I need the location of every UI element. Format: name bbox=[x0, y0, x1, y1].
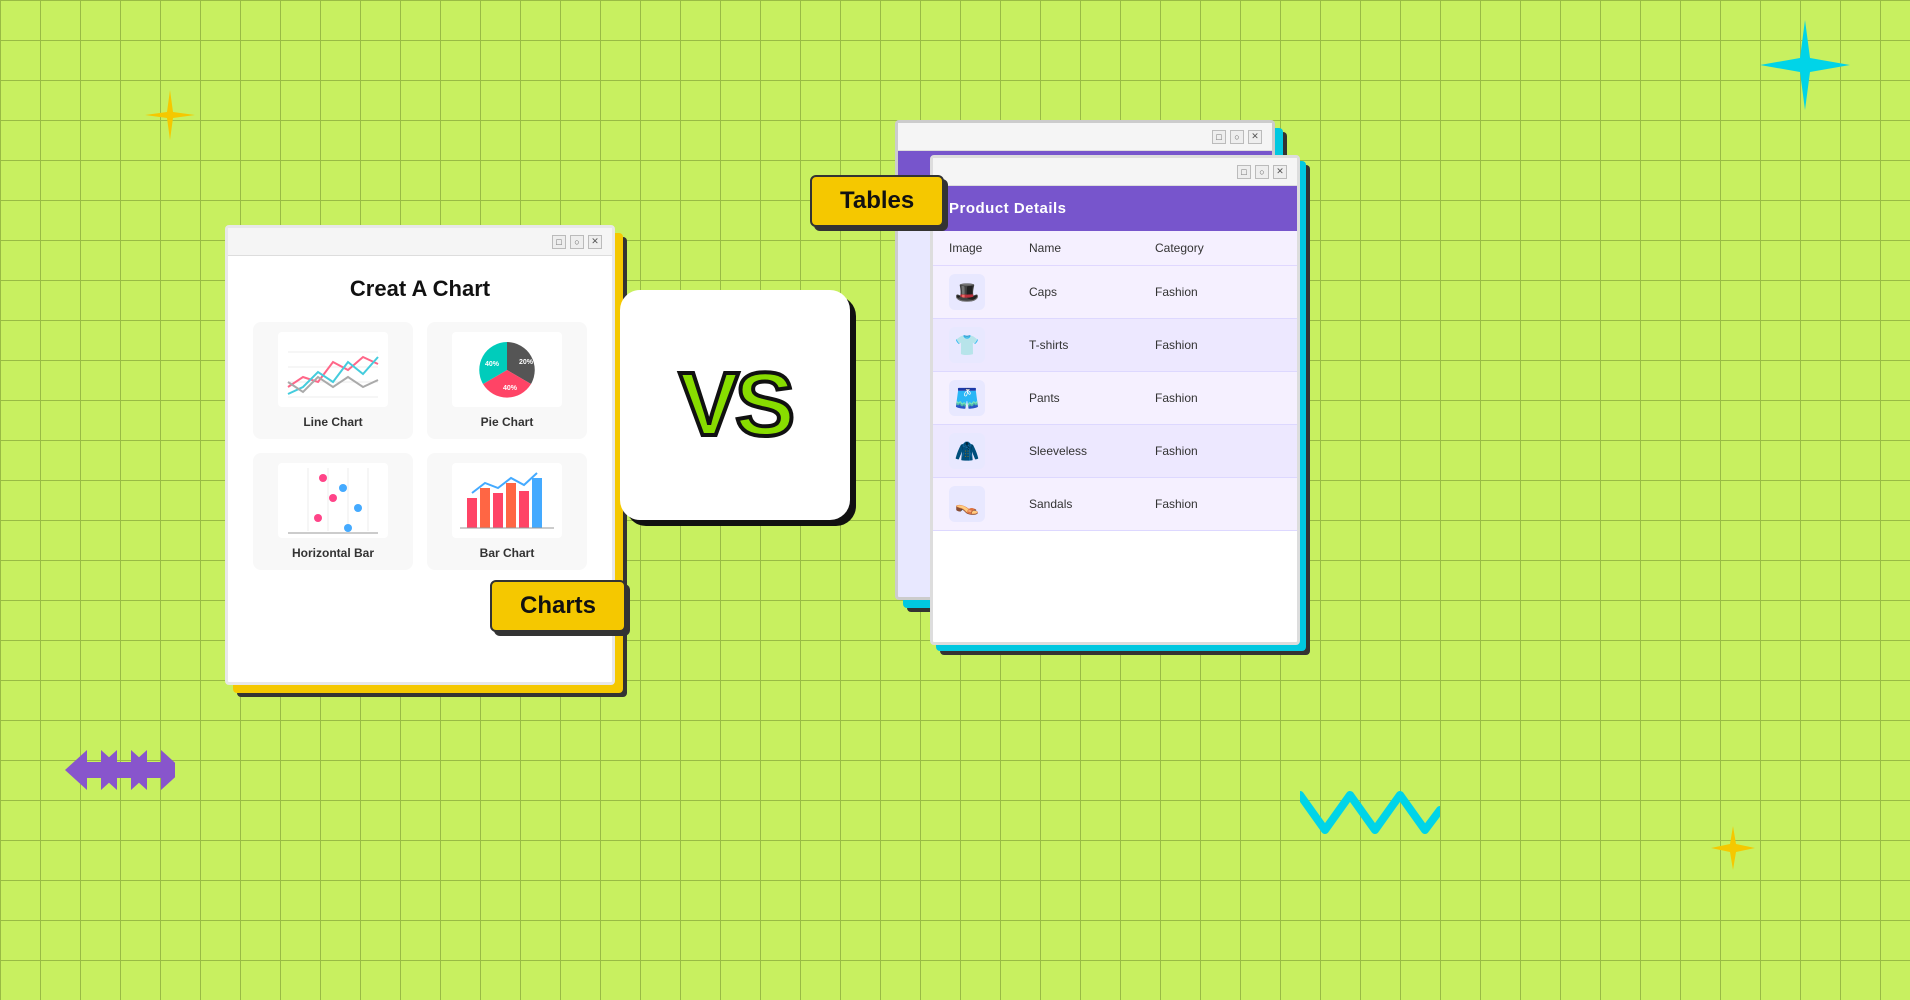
charts-titlebar: □ ○ ✕ bbox=[228, 228, 612, 256]
charts-badge: Charts bbox=[490, 580, 626, 632]
svg-text:40%: 40% bbox=[485, 361, 500, 368]
table-row: 👕 T-shirts Fashion bbox=[933, 319, 1297, 372]
col-image-header: Image bbox=[949, 241, 1029, 255]
vs-box: VS bbox=[620, 290, 850, 520]
table-header-title: Product Details bbox=[949, 200, 1067, 217]
tshirts-icon: 👕 bbox=[949, 327, 985, 363]
row-4-img: 👡 bbox=[949, 486, 1029, 522]
col-category-header: Category bbox=[1155, 241, 1281, 255]
pie-chart-preview: 20% 40% 40% bbox=[452, 332, 562, 407]
row-0-img: 🎩 bbox=[949, 274, 1029, 310]
line-chart-label: Line Chart bbox=[303, 415, 362, 429]
caps-icon: 🎩 bbox=[949, 274, 985, 310]
table-titlebar: □ ○ ✕ bbox=[933, 158, 1297, 186]
row-2-img: 🩳 bbox=[949, 380, 1029, 416]
deco-arrows-purple bbox=[65, 750, 175, 800]
horizontal-bar-card[interactable]: Horizontal Bar bbox=[253, 453, 413, 570]
row-1-name: T-shirts bbox=[1029, 338, 1155, 352]
row-4-category: Fashion bbox=[1155, 497, 1281, 511]
chart-grid: Line Chart bbox=[253, 322, 587, 570]
sleeveless-icon: 🧥 bbox=[949, 433, 985, 469]
deco-star-cyan bbox=[1760, 20, 1840, 100]
svg-text:20%: 20% bbox=[519, 359, 534, 366]
row-3-name: Sleeveless bbox=[1029, 444, 1155, 458]
table-back-close: ✕ bbox=[1248, 130, 1262, 144]
row-2-category: Fashion bbox=[1155, 391, 1281, 405]
svg-text:40%: 40% bbox=[503, 385, 518, 392]
pants-icon: 🩳 bbox=[949, 380, 985, 416]
table-row: 🎩 Caps Fashion bbox=[933, 266, 1297, 319]
row-1-img: 👕 bbox=[949, 327, 1029, 363]
sandals-icon: 👡 bbox=[949, 486, 985, 522]
window-close-btn[interactable]: ✕ bbox=[588, 235, 602, 249]
deco-star-yellow bbox=[145, 90, 195, 140]
window-minimize-btn[interactable]: □ bbox=[552, 235, 566, 249]
bar-chart-preview bbox=[452, 463, 562, 538]
deco-star-yellow-br bbox=[1711, 826, 1755, 870]
row-0-name: Caps bbox=[1029, 285, 1155, 299]
row-3-img: 🧥 bbox=[949, 433, 1029, 469]
table-window-max[interactable]: ○ bbox=[1255, 165, 1269, 179]
deco-zigzag-cyan bbox=[1300, 780, 1420, 840]
table-header-bar: Product Details bbox=[933, 186, 1297, 231]
row-4-name: Sandals bbox=[1029, 497, 1155, 511]
table-row: 🩳 Pants Fashion bbox=[933, 372, 1297, 425]
col-name-header: Name bbox=[1029, 241, 1155, 255]
tables-badge: Tables bbox=[810, 175, 944, 227]
table-back-max: ○ bbox=[1230, 130, 1244, 144]
table-row: 🧥 Sleeveless Fashion bbox=[933, 425, 1297, 478]
bar-chart-label: Bar Chart bbox=[480, 546, 535, 560]
line-chart-card[interactable]: Line Chart bbox=[253, 322, 413, 439]
charts-window-title: Creat A Chart bbox=[253, 276, 587, 302]
table-window: □ ○ ✕ Product Details Image Name Categor… bbox=[930, 155, 1300, 645]
row-3-category: Fashion bbox=[1155, 444, 1281, 458]
row-1-category: Fashion bbox=[1155, 338, 1281, 352]
bar-chart-card[interactable]: Bar Chart bbox=[427, 453, 587, 570]
table-row: 👡 Sandals Fashion bbox=[933, 478, 1297, 531]
line-chart-preview bbox=[278, 332, 388, 407]
window-maximize-btn[interactable]: ○ bbox=[570, 235, 584, 249]
table-col-headers: Image Name Category bbox=[933, 231, 1297, 266]
vs-label: VS bbox=[679, 354, 791, 457]
table-back-min: □ bbox=[1212, 130, 1226, 144]
table-window-close[interactable]: ✕ bbox=[1273, 165, 1287, 179]
charts-window-body: Creat A Chart bbox=[228, 256, 612, 590]
pie-chart-card[interactable]: 20% 40% 40% Pie Chart bbox=[427, 322, 587, 439]
table-window-min[interactable]: □ bbox=[1237, 165, 1251, 179]
pie-chart-label: Pie Chart bbox=[481, 415, 534, 429]
row-0-category: Fashion bbox=[1155, 285, 1281, 299]
horizontal-bar-preview bbox=[278, 463, 388, 538]
row-2-name: Pants bbox=[1029, 391, 1155, 405]
table-back-titlebar: □ ○ ✕ bbox=[898, 123, 1272, 151]
horizontal-bar-label: Horizontal Bar bbox=[292, 546, 374, 560]
